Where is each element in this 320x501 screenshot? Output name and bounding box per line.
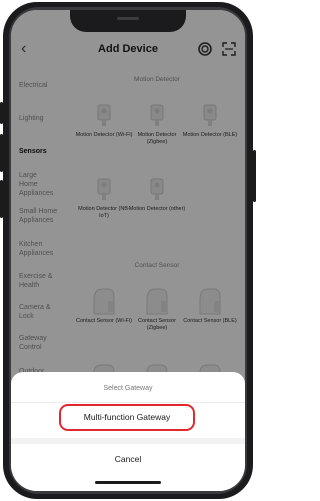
divider <box>11 438 245 444</box>
app-screen: ‹ Add Device Electrical Lighting Sensors… <box>11 10 245 491</box>
speaker-grille <box>117 17 139 20</box>
phone-mockup: ‹ Add Device Electrical Lighting Sensors… <box>0 0 256 501</box>
sheet-title: Select Gateway <box>103 385 153 392</box>
phone-power-button <box>253 150 256 202</box>
select-gateway-sheet: Select Gateway Multi-function Gateway Ca… <box>11 372 245 491</box>
multi-function-gateway-option[interactable]: Multi-function Gateway <box>59 404 195 431</box>
phone-notch <box>70 10 186 32</box>
divider <box>11 402 245 403</box>
home-indicator[interactable] <box>95 481 161 484</box>
cancel-button[interactable]: Cancel <box>11 454 245 464</box>
